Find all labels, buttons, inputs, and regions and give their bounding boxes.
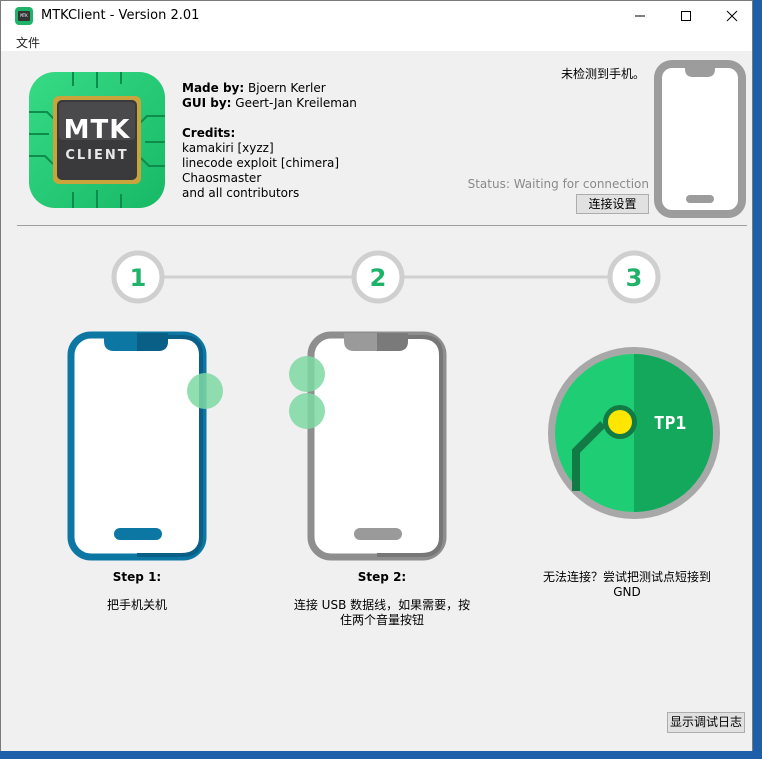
step-3-badge: 3 — [607, 250, 661, 304]
step-1-title: Step 1: — [112, 570, 162, 584]
menu-bar: 文件 — [1, 31, 752, 51]
credit-name: and all contributors — [182, 186, 300, 200]
step-2-title: Step 2: — [357, 570, 407, 584]
step-2-desc-line: 住两个音量按钮 — [339, 613, 424, 627]
main-content: MTK CLIENT Made by: Bjoern Kerler GUI by… — [1, 51, 752, 751]
step-2-description: 连接 USB 数据线，如果需要，按 住两个音量按钮 — [277, 598, 487, 628]
menu-file[interactable]: 文件 — [16, 34, 40, 51]
step-2-desc-line: 连接 USB 数据线，如果需要，按 — [293, 598, 471, 612]
step-2-badge: 2 — [351, 250, 405, 304]
step-2-phone-icon — [289, 331, 447, 561]
minimize-icon — [635, 15, 645, 17]
app-icon-text: MTK — [18, 11, 30, 21]
credit-name: kamakiri [xyzz] — [182, 141, 274, 155]
maximize-icon — [681, 11, 691, 21]
close-icon — [726, 10, 738, 22]
step-1-number: 1 — [130, 264, 147, 292]
connection-settings-button[interactable]: 连接设置 — [576, 194, 649, 214]
step-1-desc-line: 把手机关机 — [106, 598, 167, 612]
app-icon: MTK — [15, 7, 33, 25]
phone-status-icon — [654, 60, 746, 218]
credits-block: Made by: Bjoern Kerler GUI by: Geert-Jan… — [182, 81, 357, 201]
step-3-desc-line: 无法连接？尝试把测试点短接到 — [542, 570, 711, 584]
gui-by-label: GUI by: — [182, 96, 232, 110]
connection-status: Status: Waiting for connection — [467, 177, 649, 191]
step-3-description: 无法连接？尝试把测试点短接到 GND — [527, 570, 727, 600]
step-3-desc-line: GND — [613, 585, 641, 599]
made-by-label: Made by: — [182, 81, 245, 95]
app-window: MTK MTKClient - Version 2.01 文件 MTK CLIE… — [0, 0, 753, 751]
show-debug-log-button[interactable]: 显示调试日志 — [667, 712, 745, 733]
title-bar: MTK MTKClient - Version 2.01 — [1, 1, 752, 31]
window-title: MTKClient - Version 2.01 — [41, 8, 200, 23]
step-1-description: 把手机关机 — [67, 598, 207, 613]
tp1-testpoint-icon: TP1 — [548, 347, 720, 519]
close-button[interactable] — [709, 1, 755, 31]
made-by-value: Bjoern Kerler — [247, 81, 326, 95]
maximize-button[interactable] — [663, 1, 709, 31]
header-divider — [17, 225, 747, 226]
tp1-label: TP1 — [654, 413, 687, 434]
step-3-number: 3 — [626, 264, 643, 292]
credit-name: Chaosmaster — [182, 171, 262, 185]
step-1-badge: 1 — [111, 250, 165, 304]
minimize-button[interactable] — [617, 1, 663, 31]
step-2-number: 2 — [370, 264, 387, 292]
phone-detection-text: 未检测到手机。 — [560, 67, 645, 81]
gui-by-value: Geert-Jan Kreileman — [235, 96, 357, 110]
steps-illustration: 1 2 3 TP1 — [67, 250, 720, 561]
logo-subtitle: CLIENT — [65, 148, 129, 163]
credits-label: Credits: — [182, 126, 236, 140]
step-1-phone-icon — [67, 331, 223, 561]
credit-name: linecode exploit [chimera] — [182, 156, 340, 170]
logo-title: MTK — [63, 115, 131, 145]
